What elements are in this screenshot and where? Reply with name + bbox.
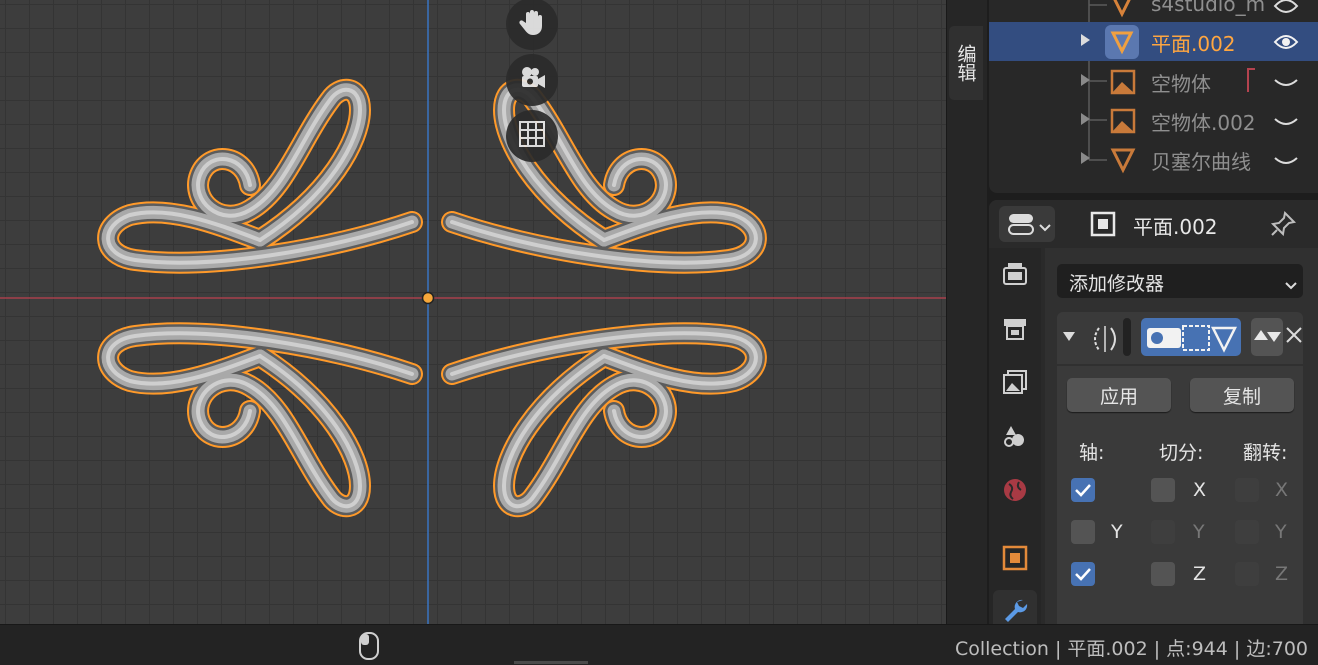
chevron-down-icon xyxy=(1285,276,1297,295)
scene-statistics: Collection | 平面.002 | 点:944 | 边:700 xyxy=(954,638,1308,660)
mouse-icon xyxy=(358,631,380,665)
outliner-row-empty002[interactable]: 空物体.002 xyxy=(989,101,1318,140)
object-name: 平面.002 xyxy=(1133,215,1218,239)
eye-closed-icon[interactable] xyxy=(1273,150,1299,175)
tab-object[interactable] xyxy=(993,538,1037,582)
modifier-panel: 添加修改器 应用 复制 轴: 切分: 翻转: X X Y Y Y Z Z xyxy=(1045,248,1318,624)
curve-icon xyxy=(1109,146,1137,179)
bisect-z-checkbox[interactable] xyxy=(1151,562,1175,586)
pin-icon[interactable] xyxy=(1269,210,1297,242)
outliner-label: 贝塞尔曲线 xyxy=(1151,150,1251,174)
bisect-label: 切分: xyxy=(1159,442,1204,464)
tab-modifiers[interactable] xyxy=(993,590,1037,624)
status-bar: Collection | 平面.002 | 点:944 | 边:700 xyxy=(0,624,1318,665)
outliner-label: 平面.002 xyxy=(1151,32,1236,56)
camera-view-button[interactable] xyxy=(506,54,558,106)
eye-closed-icon[interactable] xyxy=(1273,72,1299,97)
outliner-row-plane002[interactable]: 平面.002 xyxy=(989,22,1318,61)
empty-image-icon xyxy=(1109,107,1137,140)
3d-viewport[interactable] xyxy=(0,0,946,624)
flip-y-checkbox[interactable] xyxy=(1235,520,1259,544)
world-icon xyxy=(1001,477,1029,507)
properties-tabs xyxy=(989,248,1041,624)
modifier-name-field[interactable] xyxy=(1123,318,1131,356)
viewport-scene xyxy=(0,0,946,624)
expand-arrow-icon[interactable] xyxy=(1081,74,1090,86)
printer-icon xyxy=(1001,315,1029,345)
apply-button[interactable]: 应用 xyxy=(1067,378,1171,412)
visibility-toggles[interactable] xyxy=(1141,318,1241,356)
expand-arrow-icon[interactable] xyxy=(1081,34,1090,46)
render-icon xyxy=(1001,261,1029,291)
eye-closed-icon[interactable] xyxy=(1273,111,1299,136)
wrench-icon xyxy=(1001,596,1029,624)
pan-view-button[interactable] xyxy=(506,0,558,50)
copy-button[interactable]: 复制 xyxy=(1190,378,1294,412)
checkmark-icon xyxy=(1075,568,1091,581)
flip-z-label: Z xyxy=(1275,563,1289,585)
flip-x-label: X xyxy=(1275,479,1289,501)
properties-editor: 平面.002 添加修改器 应用 复制 轴: 切分: 翻转: X X Y Y Y … xyxy=(989,200,1318,624)
eye-icon[interactable] xyxy=(1273,32,1299,57)
bisect-x-checkbox[interactable] xyxy=(1151,478,1175,502)
ortho-grid-button[interactable] xyxy=(506,110,558,162)
sidebar-tabs: 编辑 xyxy=(946,0,987,624)
bisect-x-label: X xyxy=(1193,479,1207,501)
flip-x-checkbox[interactable] xyxy=(1235,478,1259,502)
add-modifier-label: 添加修改器 xyxy=(1069,273,1165,295)
grid-icon xyxy=(517,119,547,153)
tab-top-partial[interactable] xyxy=(949,0,983,14)
mesh-icon xyxy=(1105,25,1139,59)
toggle-icon xyxy=(1007,212,1035,240)
tab-edit-label: 编辑 xyxy=(954,44,977,82)
add-modifier-dropdown[interactable]: 添加修改器 xyxy=(1057,264,1303,298)
mirror-modifier-icon xyxy=(1089,324,1121,358)
outliner-label: s4studio_m xyxy=(1151,0,1266,16)
image-stack-icon xyxy=(1001,369,1029,399)
tab-render[interactable] xyxy=(993,254,1037,298)
origin-point xyxy=(421,291,435,305)
hand-icon xyxy=(517,7,547,41)
outliner-row-bezier[interactable]: 贝塞尔曲线 xyxy=(989,140,1318,179)
axis-y-label: Y xyxy=(1111,521,1123,543)
mirror-modifier-header xyxy=(1057,312,1303,364)
bisect-y-label: Y xyxy=(1193,521,1205,543)
flip-z-checkbox[interactable] xyxy=(1235,562,1259,586)
flip-y-label: Y xyxy=(1275,521,1287,543)
tab-world[interactable] xyxy=(993,470,1037,514)
outliner-label: 空物体.002 xyxy=(1151,111,1256,135)
flip-label: 翻转: xyxy=(1243,442,1288,464)
camera-icon xyxy=(516,63,548,97)
axis-x-checkbox[interactable] xyxy=(1071,478,1095,502)
editor-type-dropdown[interactable] xyxy=(999,206,1055,242)
bisect-z-label: Z xyxy=(1193,563,1207,585)
bisect-y-checkbox[interactable] xyxy=(1151,520,1175,544)
axis-label: 轴: xyxy=(1079,442,1105,464)
expand-arrow-icon[interactable] xyxy=(1081,113,1090,125)
eye-icon[interactable] xyxy=(1273,0,1299,21)
tab-edit[interactable]: 编辑 xyxy=(949,26,983,100)
empty-image-icon xyxy=(1109,68,1137,101)
axis-y-checkbox[interactable] xyxy=(1071,520,1095,544)
tab-scene[interactable] xyxy=(993,416,1037,460)
axis-z-checkbox[interactable] xyxy=(1071,562,1095,586)
move-up-down-icon[interactable] xyxy=(1251,318,1283,356)
close-icon[interactable] xyxy=(1285,326,1303,348)
tab-view-layer[interactable] xyxy=(993,362,1037,406)
constraint-icon xyxy=(1247,68,1255,92)
properties-header: 平面.002 xyxy=(989,200,1318,248)
expand-arrow-icon[interactable] xyxy=(1081,152,1090,164)
checkmark-icon xyxy=(1075,484,1091,497)
object-orange-icon xyxy=(1001,544,1029,576)
outliner: s4studio_m 平面.002 空物体 空物体.002 贝塞尔曲线 xyxy=(989,0,1318,193)
outliner-label: 空物体 xyxy=(1151,72,1211,96)
outliner-row-empty[interactable]: 空物体 xyxy=(989,62,1318,101)
scene-icon xyxy=(1001,423,1029,453)
chevron-down-icon xyxy=(1039,218,1051,237)
object-icon xyxy=(1089,210,1117,242)
collapse-arrow-icon[interactable] xyxy=(1063,332,1075,341)
tab-output[interactable] xyxy=(993,308,1037,352)
